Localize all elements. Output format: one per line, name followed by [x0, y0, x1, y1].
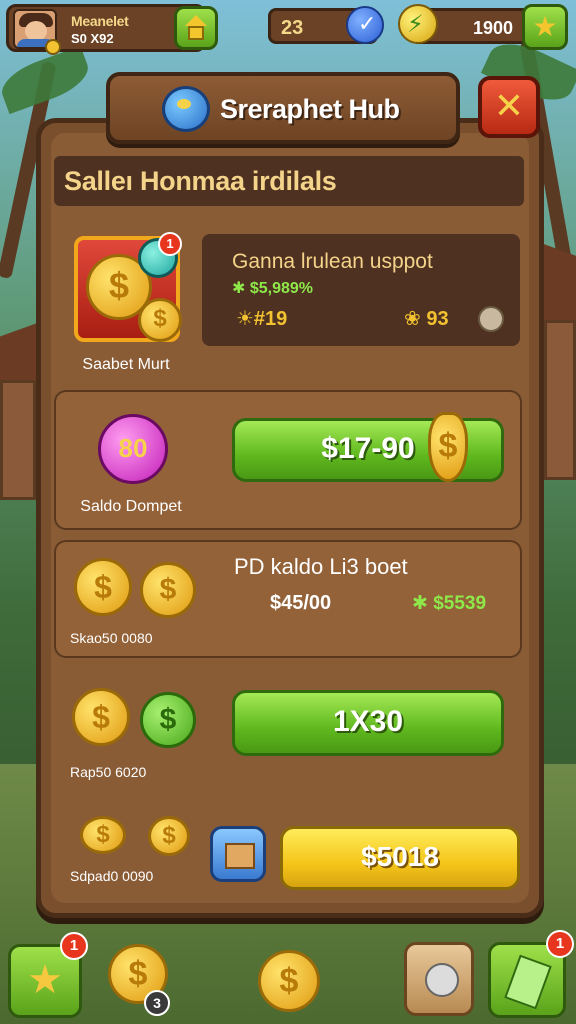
coin-icon: $	[148, 816, 190, 856]
notification-badge: 1	[546, 930, 574, 958]
crate-icon[interactable]	[210, 826, 266, 882]
hut	[544, 320, 576, 480]
notification-badge: 1	[60, 932, 88, 960]
home-icon	[185, 15, 207, 26]
coin-icon: $	[72, 688, 130, 746]
level-badge-icon	[45, 39, 61, 55]
buy-button[interactable]: 1X30	[232, 690, 504, 756]
offer-label: Rap50 6020	[70, 764, 147, 780]
home-button[interactable]	[174, 6, 218, 50]
shop-label: Saabet Murt	[82, 356, 170, 373]
offer-bonus: ✱ $5539	[412, 593, 487, 614]
paw-icon	[478, 306, 504, 332]
home-icon-body	[188, 26, 204, 40]
coin-icon: $	[80, 816, 126, 854]
nav-shop-button[interactable]: $	[258, 950, 320, 1012]
featured-stat-flower: ❀ 93	[404, 308, 449, 330]
section-header: Salleı Honmaa irdilals	[54, 156, 524, 206]
coins-value: 1900	[472, 18, 513, 38]
avatar-face	[25, 21, 47, 41]
notification-badge: 1	[158, 232, 182, 256]
featured-info-card[interactable]: Ganna lrulean usppot ✱ $5,989% ☀#19 ❀ 93	[202, 234, 520, 346]
offer-title: PD kaldo Li3 boet	[234, 554, 408, 579]
featured-title: Ganna lrulean usppot	[232, 250, 433, 273]
nav-tools-button[interactable]	[404, 942, 474, 1016]
green-coin-icon: $	[140, 692, 196, 748]
coin-count-badge: 3	[144, 990, 170, 1016]
energy-icon	[398, 4, 438, 44]
pink-gem-icon: 80	[98, 414, 168, 484]
offer-label: Saldo Dompet	[80, 498, 182, 515]
player-sub: S0 X92	[71, 31, 114, 46]
coin-icon: $	[138, 298, 182, 342]
section-title: Salleı Honmaa irdilals	[64, 166, 337, 196]
hub-logo-icon	[162, 86, 210, 132]
hut	[0, 380, 36, 500]
coin-icon: $	[140, 562, 196, 618]
offer-label: Sdpad0 0090	[70, 868, 154, 884]
gold-dollar-icon: $	[428, 412, 468, 482]
offer-label: Skao50 0080	[70, 630, 153, 646]
featured-subtitle: ✱ $5,989%	[232, 280, 314, 297]
star-icon: ★	[27, 957, 63, 1003]
buy-button[interactable]: $5018	[280, 826, 520, 890]
close-icon: ✕	[493, 85, 525, 126]
close-button[interactable]: ✕	[478, 76, 540, 138]
gem-icon[interactable]	[346, 6, 384, 44]
offer-price: $45/00	[270, 592, 332, 614]
player-name: Meanelet	[71, 13, 129, 29]
page-title: Sreraphet Hub	[220, 94, 400, 124]
star-icon: ★	[532, 10, 558, 43]
title-plaque: Sreraphet Hub	[106, 72, 460, 144]
featured-stat-sun: ☀#19	[236, 308, 288, 330]
favorites-button[interactable]: ★	[522, 4, 568, 50]
coin-icon: $	[74, 558, 132, 616]
gems-value: 23	[281, 17, 304, 39]
